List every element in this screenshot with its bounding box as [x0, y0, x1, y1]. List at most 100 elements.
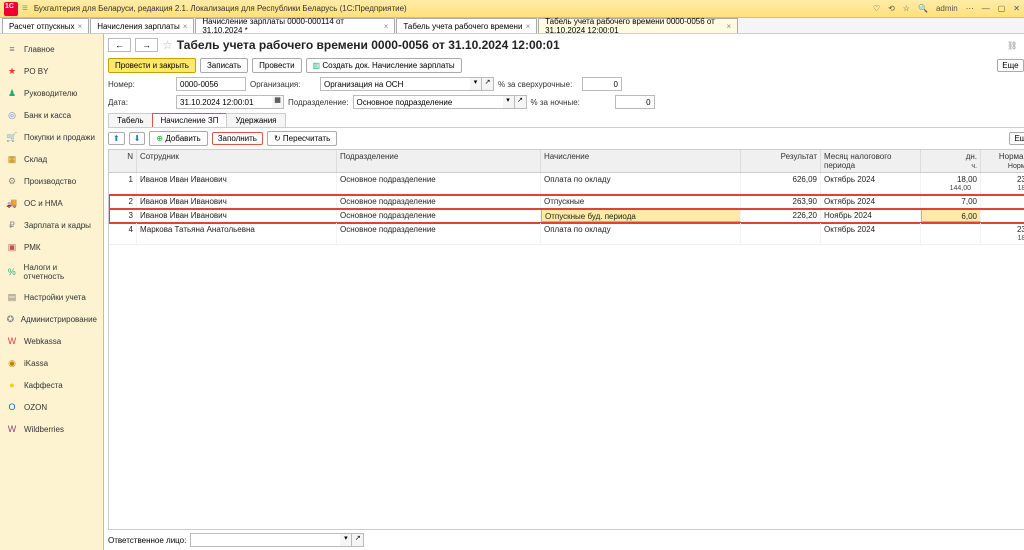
col-employee: Сотрудник: [137, 150, 337, 172]
close-icon[interactable]: ×: [78, 22, 83, 31]
maximize-icon[interactable]: ▢: [998, 4, 1006, 13]
overrate-field[interactable]: [582, 77, 622, 91]
sidebar-item-3[interactable]: ◎ Банк и касса: [0, 104, 103, 126]
close-icon[interactable]: ×: [726, 22, 731, 31]
sidebar-item-4[interactable]: 🛒Покупки и продажи: [0, 126, 103, 148]
sidebar-item-6[interactable]: ⚙Производство: [0, 170, 103, 192]
sidebar-item-label: Администрирование: [21, 315, 97, 324]
minimize-icon[interactable]: —: [982, 4, 990, 13]
responsible-field[interactable]: [190, 533, 340, 547]
sidebar-item-12[interactable]: ✪Администрирование: [0, 308, 103, 330]
post-button[interactable]: Провести: [252, 58, 301, 73]
sidebar-item-2[interactable]: ♟Руководителю: [0, 82, 103, 104]
subtab-timesheet[interactable]: Табель: [108, 113, 153, 127]
search-icon[interactable]: 🔍: [918, 4, 928, 13]
number-label: Номер:: [108, 80, 172, 89]
sidebar-icon: ◎: [6, 109, 18, 121]
forward-button[interactable]: →: [135, 38, 158, 52]
dropdown-icon[interactable]: ▾: [470, 77, 482, 91]
sidebar-item-label: Производство: [24, 177, 76, 186]
more-button[interactable]: Еще: [997, 59, 1023, 72]
save-button[interactable]: Записать: [200, 58, 248, 73]
night-field[interactable]: [615, 95, 655, 109]
sidebar-item-1[interactable]: ★PO BY: [0, 60, 103, 82]
dropdown-icon[interactable]: ▾: [340, 533, 352, 547]
add-row-button[interactable]: ⊕ Добавить: [149, 131, 207, 146]
table-row[interactable]: 2Иванов Иван ИвановичОсновное подразделе…: [109, 195, 1024, 209]
number-field[interactable]: [176, 77, 246, 91]
open-icon[interactable]: ↗: [515, 95, 527, 109]
sidebar-item-label: РМК: [24, 243, 41, 252]
star-icon[interactable]: ☆: [903, 4, 910, 13]
history-icon[interactable]: ⟲: [888, 4, 895, 13]
open-icon[interactable]: ↗: [482, 77, 494, 91]
payroll-grid[interactable]: N Сотрудник Подразделение Начисление Рез…: [108, 149, 1024, 530]
sidebar-item-9[interactable]: ▣ РМК: [0, 236, 103, 258]
responsible-label: Ответственное лицо:: [108, 536, 186, 545]
sidebar-icon: ★: [6, 65, 18, 77]
sidebar-item-5[interactable]: ▦Склад: [0, 148, 103, 170]
table-row[interactable]: 4Маркова Татьяна АнатольевнаОсновное под…: [109, 223, 1024, 245]
favorite-icon[interactable]: ☆: [162, 38, 173, 52]
sidebar-icon: 🛒: [6, 131, 18, 143]
sidebar-item-label: Банк и касса: [24, 111, 71, 120]
tab-2[interactable]: Начисление зарплаты 0000-000114 от 31.10…: [195, 18, 395, 33]
row-up-button[interactable]: ⬆: [108, 132, 125, 145]
tab-4[interactable]: Табель учета рабочего времени 0000-0056 …: [538, 18, 738, 33]
sidebar-item-10[interactable]: %Налоги и отчетность: [0, 258, 103, 286]
burger-icon[interactable]: ≡: [22, 3, 28, 14]
link-icon[interactable]: ⛓: [1007, 41, 1017, 50]
dept-field[interactable]: [353, 95, 503, 109]
sidebar-item-7[interactable]: 🚚ОС и НМА: [0, 192, 103, 214]
overrate-label: % за сверхурочные:: [498, 80, 578, 89]
col-days: дн.ч.: [921, 150, 981, 172]
sidebar-item-13[interactable]: WWebkassa: [0, 330, 103, 352]
sidebar-item-label: iKassa: [24, 359, 48, 368]
settings-icon[interactable]: ⋯: [966, 4, 974, 13]
sidebar-icon: ▣: [6, 241, 18, 253]
sidebar-item-11[interactable]: ▤Настройки учета: [0, 286, 103, 308]
date-field[interactable]: [176, 95, 272, 109]
sidebar-item-17[interactable]: WWildberries: [0, 418, 103, 440]
close-icon[interactable]: ×: [384, 22, 389, 31]
org-field[interactable]: [320, 77, 470, 91]
tab-1[interactable]: Начисления зарплаты×: [90, 18, 194, 33]
recalc-button[interactable]: ↻ Пересчитать: [267, 131, 337, 146]
back-button[interactable]: ←: [108, 38, 131, 52]
sidebar-icon: 🚚: [6, 197, 18, 209]
sidebar-icon: ₽: [6, 219, 18, 231]
sidebar-item-15[interactable]: ●Каффеста: [0, 374, 103, 396]
calendar-icon[interactable]: ▦: [272, 95, 284, 109]
row-down-button[interactable]: ⬇: [129, 132, 146, 145]
approve-close-button[interactable]: Провести и закрыть: [108, 58, 196, 73]
create-doc-button[interactable]: ▥ Создать док. Начисление зарплаты: [306, 58, 462, 73]
fill-button[interactable]: Заполнить: [212, 132, 263, 145]
user-label[interactable]: admin: [936, 4, 958, 13]
tab-3[interactable]: Табель учета рабочего времени×: [396, 18, 537, 33]
subtab-deductions[interactable]: Удержания: [226, 113, 285, 127]
tab-0[interactable]: Расчет отпускных×: [2, 18, 89, 33]
open-icon[interactable]: ↗: [352, 533, 364, 547]
sidebar-item-label: OZON: [24, 403, 47, 412]
org-label: Организация:: [250, 80, 316, 89]
dropdown-icon[interactable]: ▾: [503, 95, 515, 109]
sidebar-icon: ≡: [6, 43, 18, 55]
subtab-payroll[interactable]: Начисление ЗП: [152, 113, 228, 127]
bell-icon[interactable]: ♡: [873, 4, 880, 13]
sidebar-item-0[interactable]: ≡ Главное: [0, 38, 103, 60]
close-icon[interactable]: ×: [183, 22, 188, 31]
col-norm: Норма дн.Норма ч.: [981, 150, 1024, 172]
sidebar-item-16[interactable]: OOZON: [0, 396, 103, 418]
document-tabs: Расчет отпускных× Начисления зарплаты× Н…: [0, 18, 1024, 34]
close-icon[interactable]: ×: [525, 22, 530, 31]
sidebar-item-label: Главное: [24, 45, 55, 54]
night-label: % за ночные:: [531, 98, 611, 107]
table-row[interactable]: 1Иванов Иван ИвановичОсновное подразделе…: [109, 173, 1024, 195]
col-result: Результат: [741, 150, 821, 172]
sidebar-item-8[interactable]: ₽Зарплата и кадры: [0, 214, 103, 236]
sidebar-item-label: Склад: [24, 155, 47, 164]
table-more-button[interactable]: Еще ▾: [1009, 132, 1024, 145]
table-row[interactable]: 3Иванов Иван ИвановичОсновное подразделе…: [109, 209, 1024, 223]
close-icon[interactable]: ✕: [1013, 4, 1020, 13]
sidebar-item-14[interactable]: ◉iKassa: [0, 352, 103, 374]
